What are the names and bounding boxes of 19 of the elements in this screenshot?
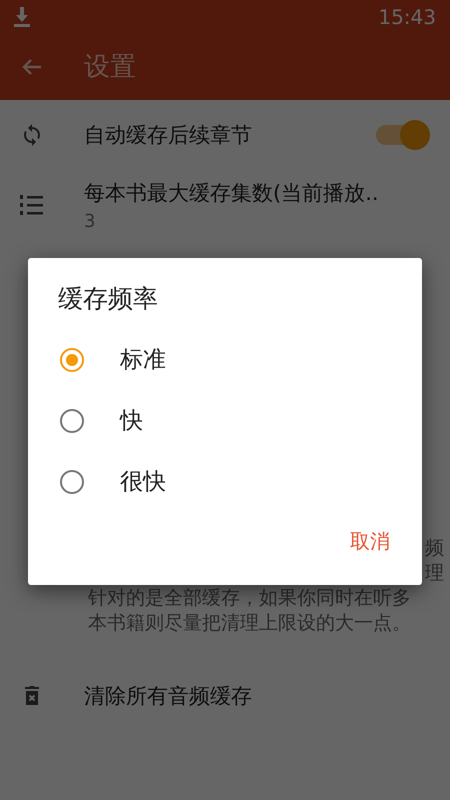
toolbar-title: 设置 — [84, 51, 136, 84]
setting-title[interactable]: 清除所有音频缓存 — [84, 682, 252, 710]
status-time: 15:43 — [378, 4, 436, 28]
setting-title[interactable]: 自动缓存后续章节 — [84, 121, 332, 149]
download-icon — [14, 6, 30, 26]
cancel-button[interactable]: 取消 — [340, 522, 400, 561]
option-label[interactable]: 标准 — [120, 344, 166, 375]
dialog-title: 缓存频率 — [58, 283, 158, 315]
numbered-list-icon — [20, 193, 44, 217]
radio-button[interactable] — [60, 470, 84, 494]
description-fragment: 频 — [425, 536, 444, 561]
description-line: 本书籍则尽量把清理上限设的大一点。 — [88, 611, 412, 636]
option-label[interactable]: 快 — [120, 405, 143, 436]
radio-button[interactable] — [60, 348, 84, 372]
setting-title[interactable]: 每本书最大缓存集数(当前播放.. — [84, 178, 430, 206]
radio-button[interactable] — [60, 408, 84, 432]
description-fragment: 理 — [425, 561, 444, 586]
option-label[interactable]: 很快 — [120, 466, 166, 497]
description-line: 针对的是全部缓存，如果你同时在听多 — [88, 586, 412, 611]
